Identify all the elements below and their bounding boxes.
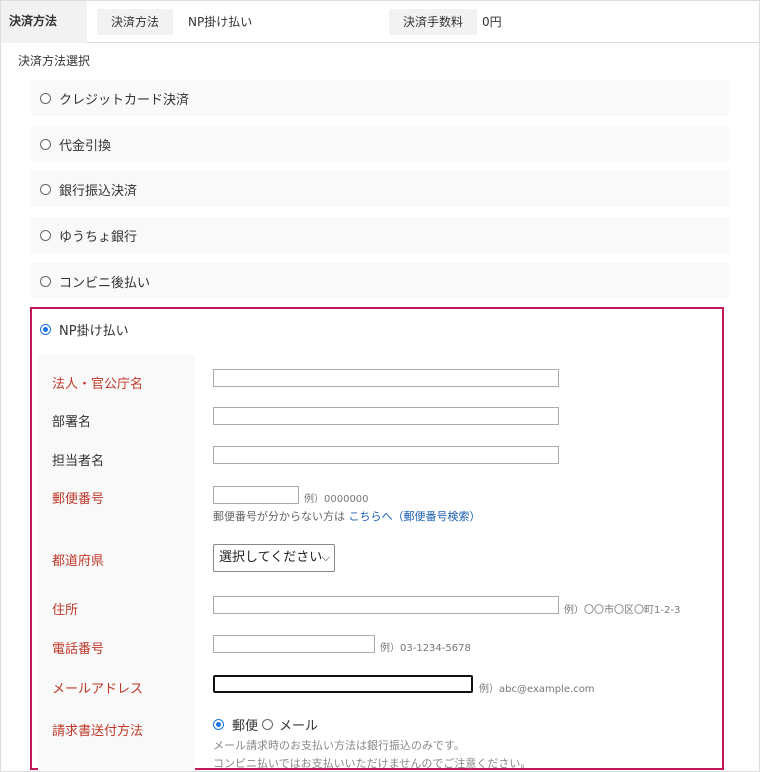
method-pill: 決済方法	[97, 9, 174, 35]
invoice-mail-label: メール	[279, 719, 319, 734]
address-input[interactable]	[213, 596, 559, 614]
payment-panel: 決済方法 決済方法 NP掛け払い 決済手数料 0円 決済方法選択 クレジットカー…	[0, 0, 760, 772]
company-input[interactable]	[213, 369, 559, 387]
radio-icon[interactable]	[40, 92, 51, 104]
prefecture-label: 都道府県	[52, 554, 105, 569]
radio-selected-icon[interactable]	[40, 323, 51, 335]
option-label: クレジットカード決済	[59, 92, 190, 108]
invoice-post-label: 郵便	[232, 719, 259, 734]
option-label: ゆうちょ銀行	[59, 229, 138, 245]
radio-icon[interactable]	[40, 183, 51, 195]
fee-value: 0円	[482, 15, 502, 29]
email-example: 例）abc@example.com	[479, 684, 595, 695]
payment-summary-label: 決済方法	[1, 1, 87, 43]
email-input[interactable]	[213, 675, 473, 693]
option-np[interactable]: NP掛け払い	[32, 309, 722, 349]
fee-pill: 決済手数料	[389, 9, 478, 35]
option-label: 銀行振込決済	[59, 183, 138, 199]
payment-summary-row: 決済方法 決済方法 NP掛け払い 決済手数料 0円	[1, 1, 759, 43]
prefecture-selected: 選択してください	[219, 550, 323, 565]
address-label: 住所	[52, 603, 79, 618]
address-example: 例）〇〇市〇区〇町1-2-3	[564, 605, 681, 616]
option-convenience[interactable]: コンビニ後払い	[31, 263, 729, 299]
np-payment-box: NP掛け払い 法人・官公庁名 部署名 担当者名 郵便番号 例）0000000 郵…	[30, 307, 724, 770]
radio-mail-icon[interactable]	[262, 719, 274, 730]
contact-label: 担当者名	[52, 454, 105, 469]
postal-input[interactable]	[213, 486, 299, 504]
phone-input[interactable]	[213, 635, 375, 653]
option-label: 代金引換	[59, 138, 112, 154]
phone-example: 例）03-1234-5678	[380, 643, 471, 654]
radio-icon[interactable]	[40, 275, 51, 287]
postal-label: 郵便番号	[52, 492, 105, 507]
option-yucho[interactable]: ゆうちょ銀行	[31, 217, 729, 253]
chevron-down-icon: ⌵	[321, 551, 330, 564]
invoice-method-radios: 郵便 メール	[213, 715, 318, 734]
postal-example: 例）0000000	[304, 494, 369, 505]
postal-search-link[interactable]: こちらへ（郵便番号検索）	[349, 510, 481, 523]
section-title: 決済方法選択	[18, 54, 91, 68]
invoice-note-2: コンビニ払いではお支払いいただけませんのでご注意ください。	[213, 757, 532, 770]
radio-post-icon[interactable]	[213, 719, 224, 730]
email-label: メールアドレス	[52, 682, 144, 697]
option-cod[interactable]: 代金引換	[31, 126, 729, 162]
np-form: 法人・官公庁名 部署名 担当者名 郵便番号 例）0000000 郵便番号が分から…	[38, 355, 722, 770]
postal-help: 郵便番号が分からない方は こちらへ（郵便番号検索）	[213, 508, 481, 524]
invoice-note-1: メール請求時のお支払い方法は銀行振込のみです。	[213, 739, 465, 752]
phone-label: 電話番号	[52, 642, 105, 657]
department-input[interactable]	[213, 407, 559, 425]
postal-help-text: 郵便番号が分からない方は	[213, 510, 349, 523]
contact-input[interactable]	[213, 446, 559, 464]
company-label: 法人・官公庁名	[52, 377, 144, 392]
option-credit-card[interactable]: クレジットカード決済	[31, 80, 729, 116]
prefecture-select[interactable]: 選択してください ⌵	[213, 544, 335, 572]
option-label: コンビニ後払い	[59, 275, 151, 291]
option-label: NP掛け払い	[59, 323, 129, 339]
invoice-label: 請求書送付方法	[52, 724, 144, 739]
option-bank-transfer[interactable]: 銀行振込決済	[31, 171, 729, 207]
radio-icon[interactable]	[40, 229, 51, 241]
method-value: NP掛け払い	[188, 15, 253, 29]
radio-icon[interactable]	[40, 138, 51, 150]
department-label: 部署名	[52, 415, 92, 430]
